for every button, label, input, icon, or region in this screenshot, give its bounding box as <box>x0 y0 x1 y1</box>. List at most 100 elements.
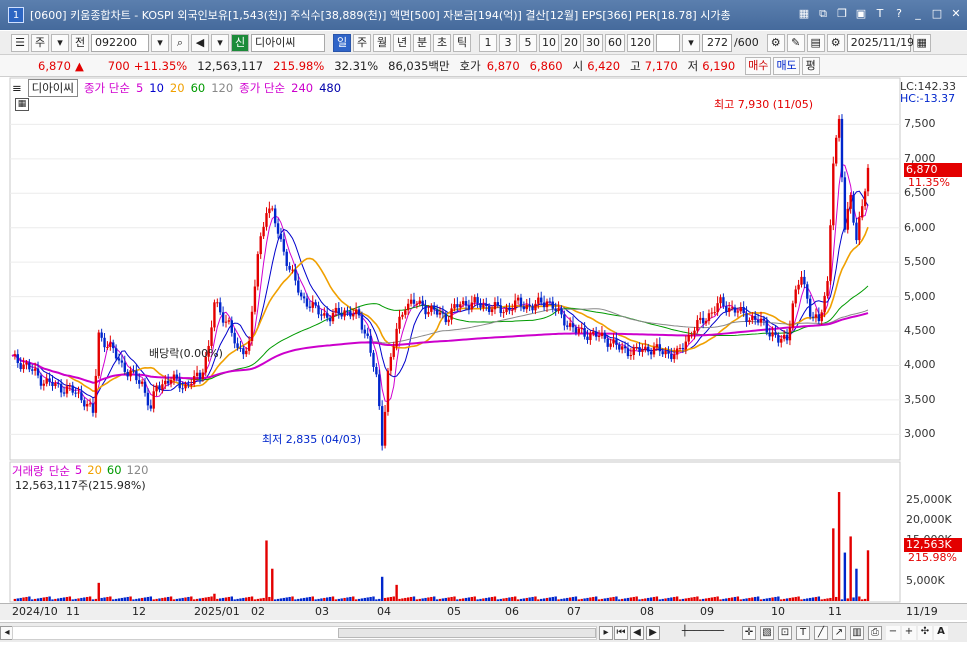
volume-bar <box>302 597 306 601</box>
stock-code-input[interactable]: 092200 <box>91 33 149 52</box>
calendar-icon[interactable]: ▦ <box>912 33 931 52</box>
volume-bar <box>65 596 69 601</box>
data-count-input[interactable]: 272 <box>702 33 732 52</box>
scroll-right-icon[interactable]: ▸ <box>599 626 613 640</box>
zoom-slider[interactable]: ┼────── <box>668 626 738 640</box>
candle-body <box>626 348 630 357</box>
period-tick[interactable]: 틱 <box>453 33 471 52</box>
tile-icon[interactable]: ▦ <box>797 7 811 21</box>
period-month[interactable]: 월 <box>373 33 391 52</box>
font-icon[interactable]: T <box>873 7 887 21</box>
maximize-icon[interactable]: □ <box>930 7 944 21</box>
minute-3[interactable]: 3 <box>499 33 517 52</box>
link-icon[interactable]: ⧉ <box>816 7 830 21</box>
candle-body <box>849 195 852 209</box>
ma-line-10 <box>11 190 869 399</box>
image-icon[interactable]: ▧ <box>760 626 774 640</box>
volume-bar <box>623 598 627 601</box>
volume-bar <box>696 596 699 601</box>
volume-bar <box>181 597 184 601</box>
open-label: 시 <box>572 58 584 73</box>
minimize-icon[interactable]: _ <box>911 7 925 21</box>
candle-body <box>800 276 803 285</box>
period-minute[interactable]: 분 <box>413 33 431 52</box>
search-icon[interactable]: ⌕ <box>171 33 189 52</box>
period-second[interactable]: 초 <box>433 33 451 52</box>
save-icon[interactable]: ▣ <box>854 7 868 21</box>
date-tick-label: 03 <box>315 605 329 618</box>
volume-bar <box>568 597 572 601</box>
menu-icon[interactable]: ☰ <box>11 33 29 52</box>
candle-body <box>126 371 129 377</box>
date-input[interactable]: 2025/11/19 <box>846 33 914 52</box>
cursor-tool-icon[interactable]: ✎ <box>786 33 805 52</box>
save-chart-icon[interactable]: ▤ <box>806 33 825 52</box>
candle-body <box>352 314 355 317</box>
trend-icon[interactable]: ↗ <box>832 626 846 640</box>
price-volume-chart[interactable] <box>0 0 967 645</box>
market-type-dropdown-icon[interactable]: ▾ <box>51 33 69 52</box>
grid-table-icon[interactable]: ▦ <box>15 98 29 111</box>
legend-toggle-icon[interactable]: ≡ <box>12 81 22 95</box>
candle-body <box>794 289 797 304</box>
candle-body <box>363 329 367 334</box>
period-day[interactable]: 일 <box>333 33 351 52</box>
period-week[interactable]: 주 <box>353 33 371 52</box>
eval-button[interactable]: 평 <box>801 56 820 75</box>
volume-bar <box>725 598 728 601</box>
custom-interval-input[interactable] <box>656 33 680 52</box>
minute-120[interactable]: 120 <box>627 33 654 52</box>
draw-line-icon[interactable]: ╱ <box>814 626 828 640</box>
speaker-icon[interactable]: ◀ <box>191 33 209 52</box>
interval-dropdown-icon[interactable]: ▾ <box>682 33 700 52</box>
candle-body <box>166 380 170 384</box>
candle-body <box>710 312 714 314</box>
candle-body <box>253 286 257 312</box>
minute-20[interactable]: 20 <box>561 33 581 52</box>
market-type-select[interactable]: 주 <box>31 33 49 52</box>
chart-scrollbar[interactable]: ◂ ▸ ⏮ ◀ ▶ ┼────── ✛ ▧ ⊡ T ╱ ↗ ▥ ⎙ − + ✣ … <box>0 622 967 642</box>
chart-type-icon[interactable]: ▥ <box>850 626 864 640</box>
zoom-area-icon[interactable]: ⊡ <box>778 626 792 640</box>
scroll-track[interactable] <box>12 626 597 640</box>
move-icon[interactable]: ✣ <box>918 626 932 640</box>
code-dropdown-icon[interactable]: ▾ <box>151 33 169 52</box>
minute-5[interactable]: 5 <box>519 33 537 52</box>
prev-button[interactable]: 전 <box>71 33 89 52</box>
volume-bar <box>548 597 552 601</box>
chart-settings-icon[interactable]: ⚙ <box>766 33 785 52</box>
sell-button[interactable]: 매도 <box>773 56 800 75</box>
crosshair-icon[interactable]: ✛ <box>742 626 756 640</box>
volume-bar <box>409 596 413 601</box>
volume-bar <box>366 597 369 601</box>
close-icon[interactable]: ✕ <box>949 7 963 21</box>
help-icon[interactable]: ? <box>892 7 906 21</box>
restore-icon[interactable]: ❐ <box>835 7 849 21</box>
candle-body <box>285 251 288 266</box>
volume-bar <box>716 596 719 601</box>
prev-page-icon[interactable]: ◀ <box>630 626 644 640</box>
period-year[interactable]: 년 <box>393 33 411 52</box>
candle-body <box>19 363 22 370</box>
first-page-icon[interactable]: ⏮ <box>614 626 628 640</box>
volume-bar <box>693 596 696 601</box>
buy-button[interactable]: 매수 <box>745 56 772 75</box>
next-page-icon[interactable]: ▶ <box>646 626 660 640</box>
text-tool-icon[interactable]: T <box>796 626 810 640</box>
volume-bar <box>742 598 745 601</box>
print-icon[interactable]: ⎙ <box>868 626 882 640</box>
minute-30[interactable]: 30 <box>583 33 603 52</box>
minute-1[interactable]: 1 <box>479 33 497 52</box>
gear-icon[interactable]: ⚙ <box>826 33 845 52</box>
zoom-out-icon[interactable]: − <box>886 626 900 640</box>
scroll-thumb[interactable] <box>338 628 596 638</box>
zoom-in-icon[interactable]: + <box>902 626 916 640</box>
legend-stock-name[interactable]: 디아이씨 <box>27 79 78 97</box>
speaker-dropdown-icon[interactable]: ▾ <box>211 33 229 52</box>
font-size-icon[interactable]: A <box>934 626 948 640</box>
candle-body <box>152 391 155 409</box>
minute-10[interactable]: 10 <box>539 33 559 52</box>
minute-60[interactable]: 60 <box>605 33 625 52</box>
stock-name-field[interactable]: 디아이씨 <box>251 33 325 52</box>
volume-bar <box>386 597 390 601</box>
